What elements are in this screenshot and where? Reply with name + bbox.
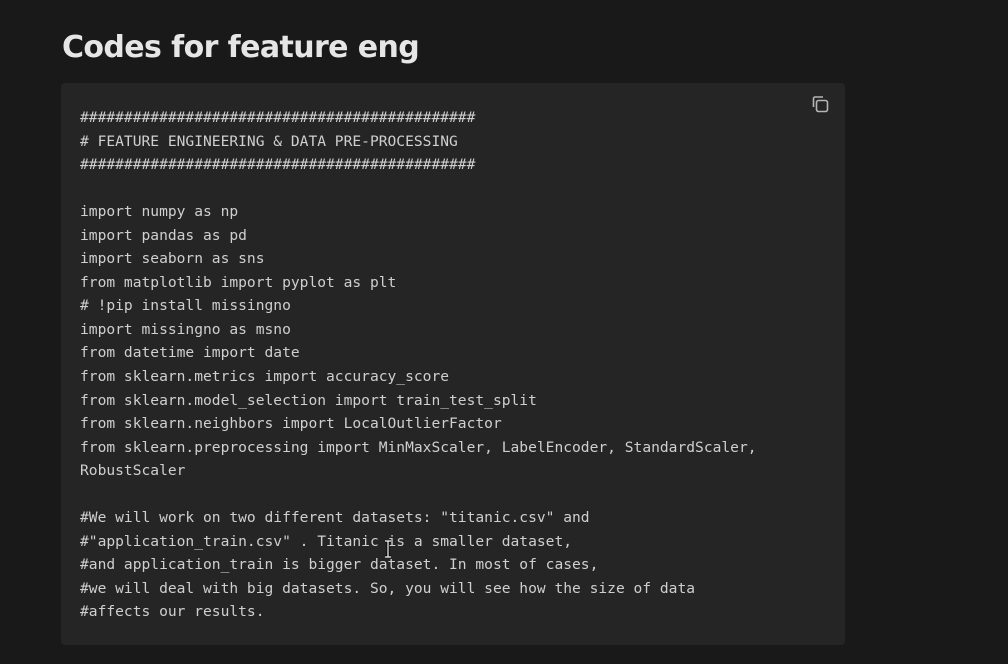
code-content[interactable]: ########################################… — [80, 106, 757, 624]
code-line: from datetime import date — [80, 344, 300, 362]
code-line: # !pip install missingno — [80, 297, 291, 315]
page-title: Codes for feature eng — [62, 30, 420, 65]
code-line: import numpy as np — [80, 203, 239, 221]
code-line: import seaborn as sns — [80, 250, 265, 268]
code-block[interactable]: ########################################… — [61, 83, 845, 645]
code-line: RobustScaler — [80, 462, 186, 480]
code-line: #we will deal with big datasets. So, you… — [80, 579, 696, 597]
code-line: from sklearn.model_selection import trai… — [80, 391, 537, 409]
code-line: from sklearn.metrics import accuracy_sco… — [80, 368, 450, 386]
code-line: # FEATURE ENGINEERING & DATA PRE-PROCESS… — [80, 132, 458, 150]
code-line: import missingno as msno — [80, 320, 291, 338]
code-line: from sklearn.preprocessing import MinMax… — [80, 438, 757, 456]
copy-button[interactable] — [809, 93, 831, 115]
code-line: ########################################… — [80, 109, 476, 126]
code-line: from matplotlib import pyplot as plt — [80, 273, 397, 291]
text-cursor-icon — [385, 540, 391, 558]
code-line: import pandas as pd — [80, 226, 247, 244]
code-line: ########################################… — [80, 156, 476, 174]
code-line: from sklearn.neighbors import LocalOutli… — [80, 415, 502, 433]
code-line: #"application_train.csv" . Titanic is a … — [80, 532, 573, 550]
code-line: #affects our results. — [80, 603, 265, 621]
code-line: #and application_train is bigger dataset… — [80, 556, 599, 574]
code-line: #We will work on two different datasets:… — [80, 509, 590, 527]
copy-icon — [812, 96, 829, 113]
